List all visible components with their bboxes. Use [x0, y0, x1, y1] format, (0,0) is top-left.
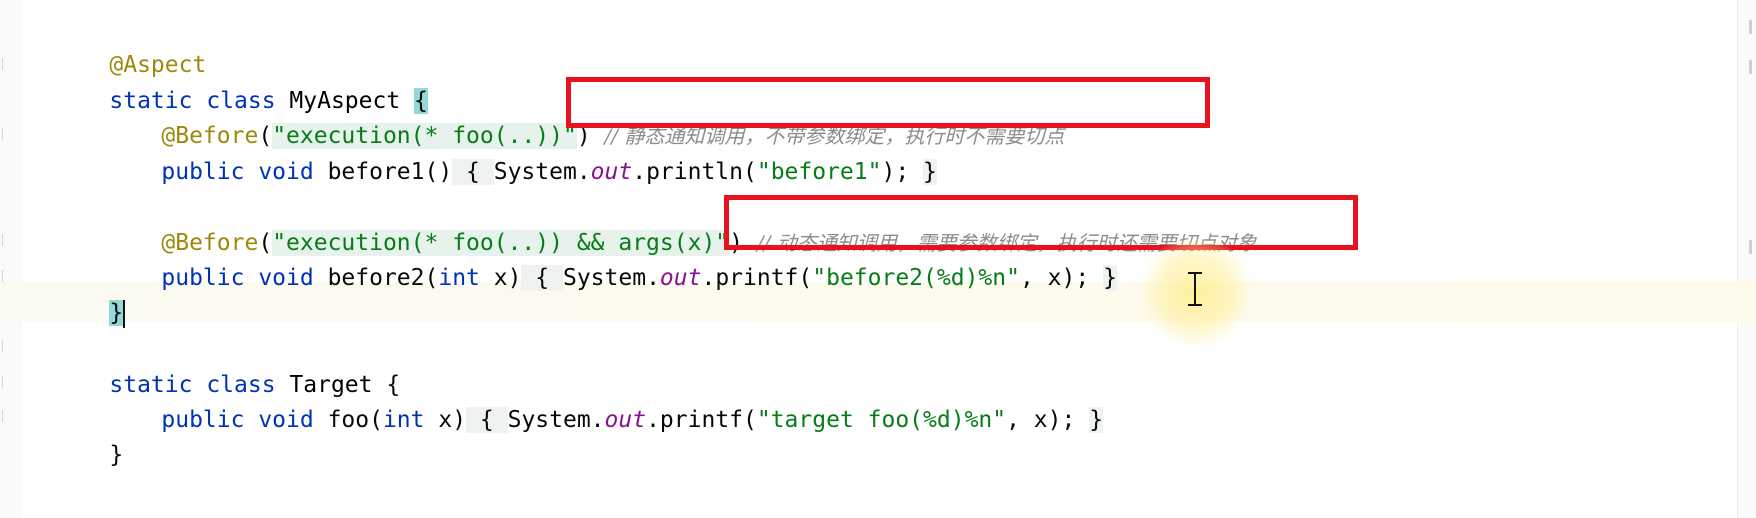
keyword-token: public void	[161, 407, 328, 433]
keyword-token: public void	[161, 159, 328, 185]
code-line-12[interactable]: }	[54, 395, 123, 468]
call-token: .printf(	[646, 407, 757, 433]
keyword-token: int	[382, 407, 425, 433]
fold-marker[interactable]	[2, 128, 7, 140]
string-token: "before1"	[756, 159, 882, 185]
code-line-8[interactable]: }	[54, 253, 126, 328]
scrollbar-marker	[1749, 240, 1752, 254]
fold-marker[interactable]	[2, 340, 7, 352]
string-token: "target foo(%d)%n"	[756, 407, 1007, 433]
matched-brace: }	[109, 300, 124, 326]
field-token: out	[659, 265, 702, 291]
method-name-token: foo(	[327, 407, 383, 433]
method-name-token: before1()	[327, 159, 453, 185]
folded-brace: }	[1089, 407, 1104, 433]
fold-marker[interactable]	[2, 234, 7, 246]
field-token: out	[590, 159, 633, 185]
punct-token: , x);	[1019, 265, 1104, 291]
highlight-box-dynamic-advice	[724, 195, 1358, 250]
folded-brace: {	[466, 407, 508, 433]
call-token: .println(	[632, 159, 757, 185]
brace-token: }	[109, 442, 124, 468]
fold-marker[interactable]	[2, 270, 7, 282]
scrollbar-marker	[1749, 60, 1752, 74]
code-line-1[interactable]: @Aspect	[54, 5, 206, 78]
editor-gutter[interactable]	[0, 0, 22, 518]
folded-brace: {	[452, 159, 494, 185]
punct-token: , x);	[1006, 407, 1090, 433]
keyword-token: int	[438, 265, 480, 291]
field-token: out	[604, 407, 647, 433]
folded-brace: {	[521, 265, 563, 291]
call-token: .printf(	[701, 265, 813, 291]
code-editor[interactable]: @Aspect static class MyAspect { @Before(…	[0, 0, 1756, 518]
param-token: x)	[479, 265, 522, 291]
code-line-10[interactable]: static class Target {	[54, 325, 400, 398]
fold-marker[interactable]	[2, 376, 7, 388]
text-caret	[123, 299, 126, 328]
identifier-token: System.	[493, 159, 591, 185]
folded-brace: }	[923, 159, 937, 185]
ibeam-cursor-icon	[1188, 272, 1202, 306]
identifier-token: System.	[507, 407, 605, 433]
code-line-11[interactable]: public void foo(int x) { System.out.prin…	[106, 360, 1104, 433]
code-line-2[interactable]: static class MyAspect {	[54, 41, 428, 114]
punct-token: );	[881, 159, 924, 185]
method-name-token: before2(	[327, 265, 439, 291]
editor-scrollbar[interactable]	[1737, 0, 1756, 518]
identifier-token: System.	[562, 265, 660, 291]
fold-marker[interactable]	[2, 58, 7, 70]
highlight-box-static-advice	[566, 77, 1210, 128]
string-token: "before2(%d)%n"	[812, 265, 1020, 291]
param-token: x)	[424, 407, 467, 433]
folded-brace: }	[1103, 265, 1117, 291]
scrollbar-marker	[1749, 20, 1752, 34]
fold-marker[interactable]	[2, 410, 7, 422]
keyword-token: public void	[161, 265, 328, 291]
